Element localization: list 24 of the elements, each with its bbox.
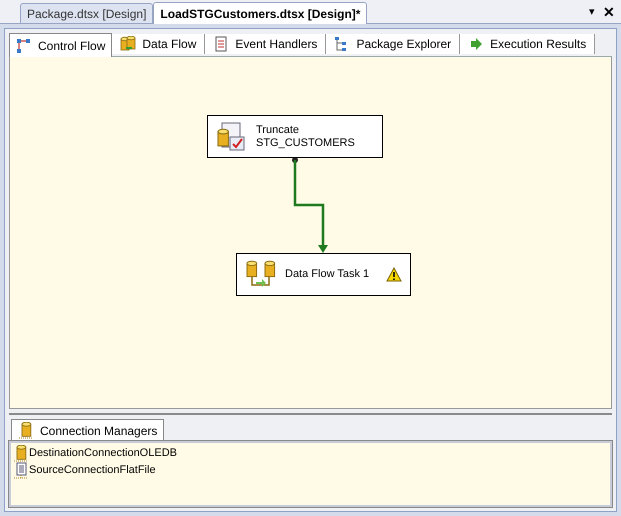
designer-tab[interactable]: Execution Results — [460, 34, 596, 54]
task-label: Truncate STG_CUSTOMERS — [256, 124, 356, 150]
designer-tab[interactable]: Package Explorer — [326, 34, 460, 54]
document-icon — [213, 36, 230, 52]
document-tab[interactable]: LoadSTGCustomers.dtsx [Design]* — [153, 2, 368, 24]
designer-tab[interactable]: Data Flow — [112, 34, 206, 54]
connection-item[interactable]: DestinationConnectionOLEDB — [13, 445, 177, 462]
designer-tab[interactable]: Event Handlers — [205, 34, 326, 54]
database-icon — [18, 422, 34, 440]
connection-item[interactable]: SourceConnectionFlatFile — [13, 462, 156, 479]
close-button[interactable]: ✕ — [603, 5, 615, 19]
designer-tab[interactable]: Control Flow — [9, 33, 112, 57]
file-icon — [13, 462, 29, 480]
precedence-arrow[interactable] — [292, 157, 328, 253]
document-tab[interactable]: Package.dtsx [Design] — [20, 3, 154, 23]
database-icon — [120, 36, 136, 52]
connection-managers-tab[interactable]: Connection Managers — [11, 419, 164, 441]
flow-icon — [16, 38, 32, 54]
dropdown-button[interactable]: ▾ — [589, 6, 595, 18]
task-node[interactable]: Truncate STG_CUSTOMERS — [207, 115, 383, 158]
arrow-icon — [468, 36, 484, 52]
task-node[interactable]: Data Flow Task 1 — [236, 253, 411, 296]
task-label: Data Flow Task 1 — [285, 268, 370, 281]
database-icon — [13, 444, 29, 462]
